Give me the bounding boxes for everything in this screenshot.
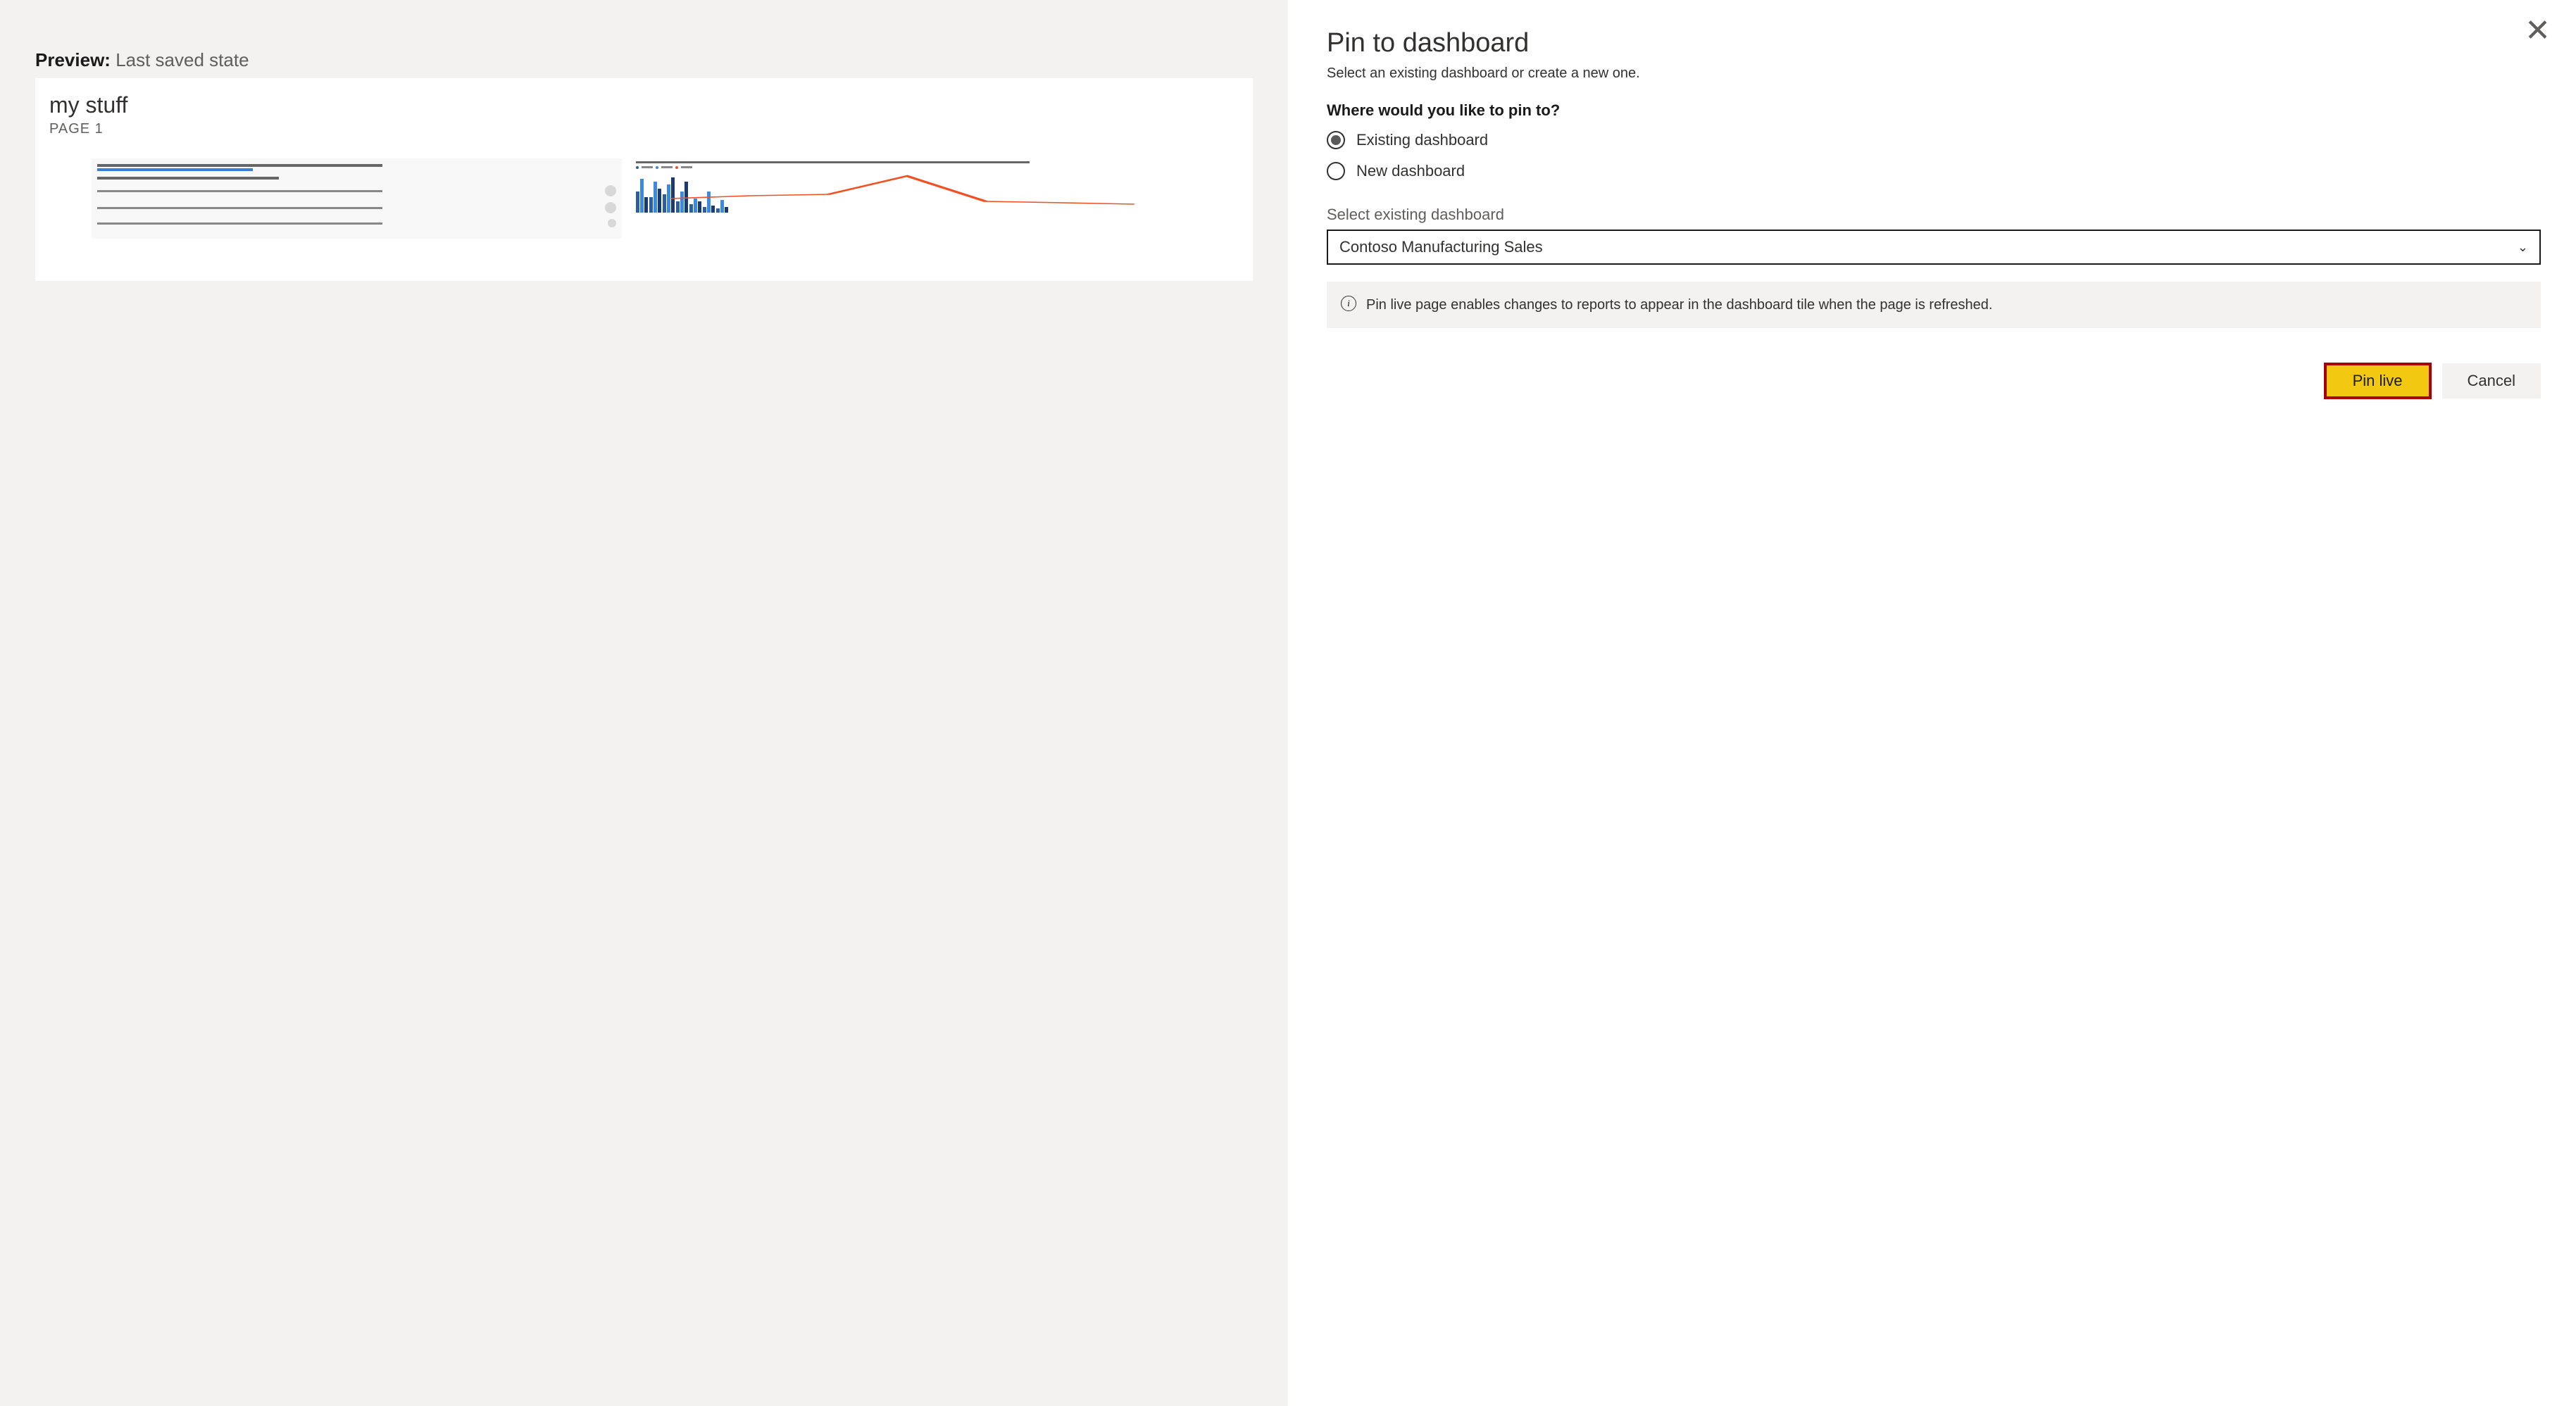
select-dashboard-label: Select existing dashboard <box>1327 206 2541 224</box>
dialog-subtitle: Select an existing dashboard or create a… <box>1327 65 2541 82</box>
info-text: Pin live page enables changes to reports… <box>1366 294 1992 315</box>
preview-label-prefix: Preview: <box>35 49 111 70</box>
radio-new-label: New dashboard <box>1356 162 1465 180</box>
radio-existing-dashboard[interactable]: Existing dashboard <box>1327 131 2541 149</box>
preview-state: Last saved state <box>115 49 249 70</box>
dialog-title: Pin to dashboard <box>1327 28 2541 58</box>
pin-question: Where would you like to pin to? <box>1327 101 2541 120</box>
chevron-down-icon: ⌄ <box>2518 240 2528 255</box>
pin-live-button[interactable]: Pin live <box>2325 363 2431 398</box>
radio-new-dashboard[interactable]: New dashboard <box>1327 162 2541 180</box>
radio-existing-label: Existing dashboard <box>1356 131 1488 149</box>
thumbnail-chart <box>633 158 1163 239</box>
preview-box: my stuff PAGE 1 <box>35 78 1253 281</box>
preview-panel: Preview: Last saved state my stuff PAGE … <box>0 0 1288 1406</box>
pin-dialog: ✕ Pin to dashboard Select an existing da… <box>1288 0 2576 1406</box>
select-dashboard-dropdown[interactable]: Contoso Manufacturing Sales ⌄ <box>1327 230 2541 265</box>
preview-page: PAGE 1 <box>49 121 1239 137</box>
info-box: i Pin live page enables changes to repor… <box>1327 282 2541 328</box>
close-icon: ✕ <box>2525 13 2551 48</box>
cancel-button[interactable]: Cancel <box>2442 363 2541 398</box>
radio-icon <box>1327 162 1345 180</box>
preview-thumbnail <box>49 158 1239 239</box>
info-icon: i <box>1341 296 1356 311</box>
thumbnail-influencers <box>92 158 622 239</box>
close-button[interactable]: ✕ <box>2525 15 2551 46</box>
dialog-actions: Pin live Cancel <box>1327 363 2541 398</box>
preview-title: my stuff <box>49 92 1239 118</box>
dropdown-value: Contoso Manufacturing Sales <box>1339 238 1543 256</box>
radio-icon <box>1327 131 1345 149</box>
preview-label: Preview: Last saved state <box>35 49 1253 71</box>
